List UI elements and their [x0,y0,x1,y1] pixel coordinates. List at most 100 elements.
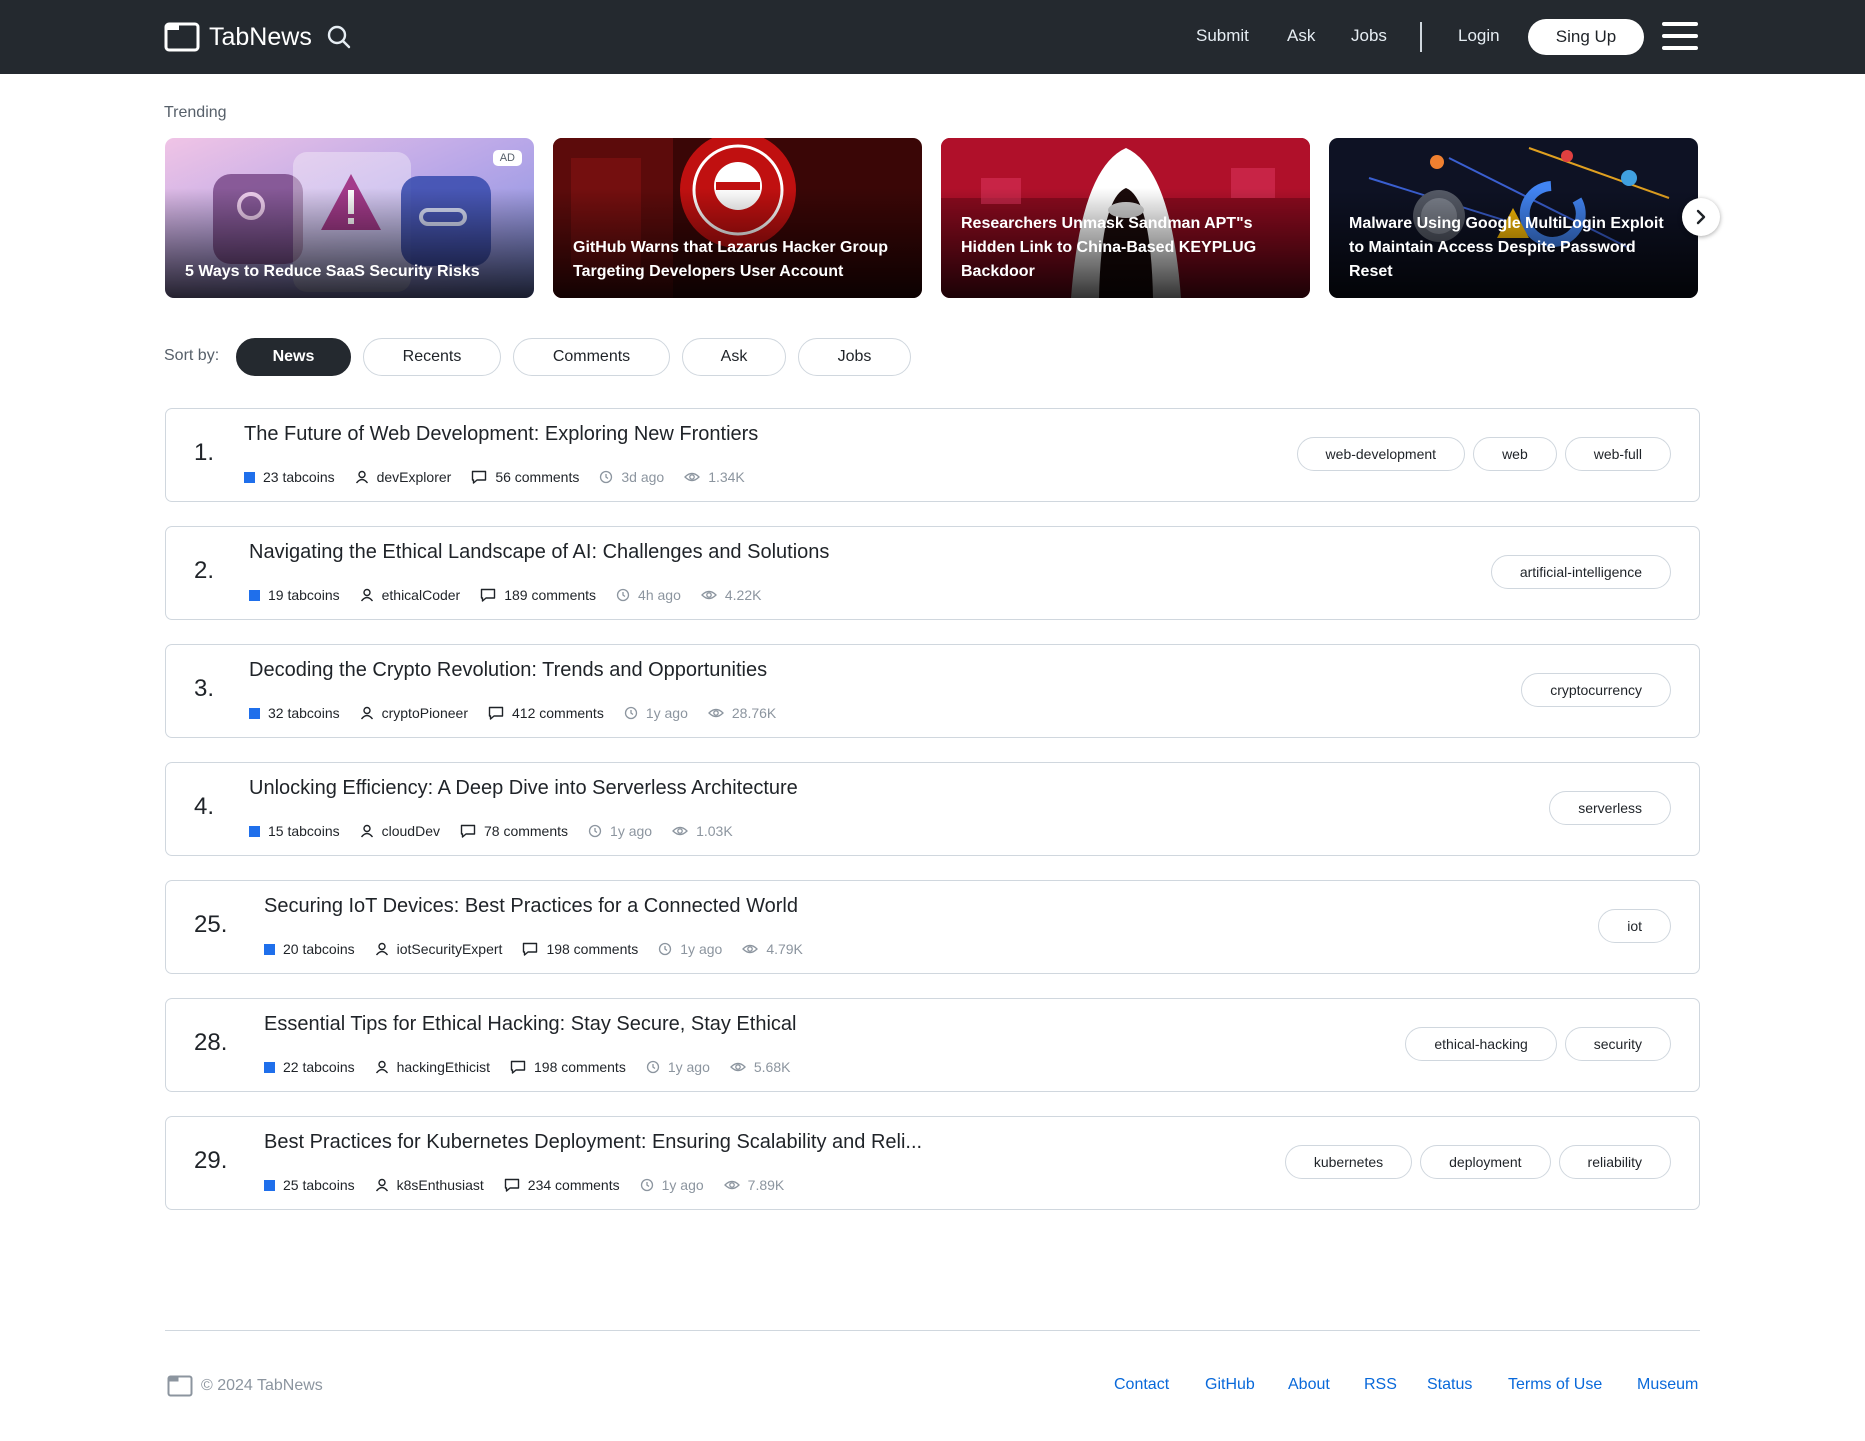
post-rank: 28. [194,1029,228,1056]
post-title[interactable]: Best Practices for Kubernetes Deployment… [264,1131,922,1154]
post-rank: 4. [194,793,215,820]
tag-chip[interactable]: web [1473,437,1557,471]
footer-link-rss[interactable]: RSS [1364,1376,1397,1394]
footer-link-about[interactable]: About [1288,1376,1330,1394]
post-meta: 20 tabcoins iotSecurityExpert 198 commen… [264,941,823,957]
tag-chip[interactable]: cryptocurrency [1521,673,1671,707]
post-rank: 25. [194,911,228,938]
hamburger-menu-icon[interactable] [1662,22,1698,50]
post-tags: web-development web web-full [1296,437,1671,471]
tag-chip[interactable]: web-full [1564,437,1671,471]
eye-icon [684,472,701,482]
post-item[interactable]: 29. Best Practices for Kubernetes Deploy… [165,1116,1700,1210]
post-title[interactable]: Essential Tips for Ethical Hacking: Stay… [264,1013,796,1036]
eye-icon [742,944,759,954]
post-item[interactable]: 2. Navigating the Ethical Landscape of A… [165,526,1700,620]
tag-chip[interactable]: reliability [1558,1145,1671,1179]
post-tags: serverless [1549,791,1671,825]
post-time: 1y ago [610,823,653,839]
tag-chip[interactable]: kubernetes [1284,1145,1413,1179]
post-comments[interactable]: 234 comments [528,1177,620,1193]
sort-by-label: Sort by: [164,347,220,364]
eye-icon [700,590,717,600]
nav-submit-link[interactable]: Submit [1196,26,1249,46]
trending-card-title: GitHub Warns that Lazarus Hacker Group T… [573,239,889,280]
trending-card[interactable]: GitHub Warns that Lazarus Hacker Group T… [553,138,922,298]
post-title[interactable]: Decoding the Crypto Revolution: Trends a… [249,659,767,682]
trending-card[interactable]: Researchers Unmask Sandman APT"s Hidden … [941,138,1310,298]
footer-link-terms[interactable]: Terms of Use [1508,1376,1602,1394]
trending-card[interactable]: AD 5 Ways to Reduce SaaS Security Risks [165,138,534,298]
top-navbar: TabNews Submit Ask Jobs Login Sing Up [0,0,1865,74]
post-comments[interactable]: 189 comments [504,587,596,603]
user-icon [355,470,368,484]
tag-chip[interactable]: ethical-hacking [1405,1027,1557,1061]
nav-login-link[interactable]: Login [1458,26,1500,46]
post-author[interactable]: cloudDev [382,823,440,839]
tag-chip[interactable]: deployment [1420,1145,1551,1179]
post-comments[interactable]: 78 comments [484,823,568,839]
post-author[interactable]: ethicalCoder [382,587,461,603]
user-icon [360,588,373,602]
post-item[interactable]: 4. Unlocking Efficiency: A Deep Dive int… [165,762,1700,856]
sort-tab-jobs[interactable]: Jobs [798,338,911,376]
tag-chip[interactable]: iot [1598,909,1671,943]
user-icon [360,706,373,720]
post-item[interactable]: 28. Essential Tips for Ethical Hacking: … [165,998,1700,1092]
tag-chip[interactable]: artificial-intelligence [1490,555,1671,589]
footer-link-github[interactable]: GitHub [1205,1376,1255,1394]
nav-ask-link[interactable]: Ask [1287,26,1315,46]
post-title[interactable]: The Future of Web Development: Exploring… [244,423,758,446]
carousel-next-button[interactable] [1682,198,1720,236]
post-author[interactable]: cryptoPioneer [382,705,468,721]
footer-link-museum[interactable]: Museum [1637,1376,1698,1394]
post-author[interactable]: devExplorer [377,469,452,485]
sort-tab-news[interactable]: News [236,338,351,376]
nav-jobs-link[interactable]: Jobs [1351,26,1387,46]
tag-chip[interactable]: serverless [1549,791,1671,825]
post-comments[interactable]: 412 comments [512,705,604,721]
post-author[interactable]: k8sEnthusiast [397,1177,484,1193]
tabcoin-icon [249,825,260,837]
post-author[interactable]: iotSecurityExpert [397,941,503,957]
user-icon [375,1178,388,1192]
post-rank: 2. [194,557,215,584]
post-comments[interactable]: 198 comments [546,941,638,957]
tabcoin-icon [264,1061,275,1073]
post-item[interactable]: 3. Decoding the Crypto Revolution: Trend… [165,644,1700,738]
post-tags: iot [1598,909,1671,943]
trending-card[interactable]: Malware Using Google MultiLogin Exploit … [1329,138,1698,298]
ad-badge: AD [492,150,522,166]
post-item[interactable]: 1. The Future of Web Development: Explor… [165,408,1700,502]
post-tabcoins: 19 tabcoins [268,587,340,603]
post-tags: cryptocurrency [1521,673,1671,707]
tabcoin-icon [249,589,260,601]
sort-tab-ask[interactable]: Ask [682,338,786,376]
post-title[interactable]: Securing IoT Devices: Best Practices for… [264,895,798,918]
post-title[interactable]: Navigating the Ethical Landscape of AI: … [249,541,829,564]
search-icon[interactable] [326,24,352,50]
post-time: 3d ago [621,469,665,485]
post-item[interactable]: 25. Securing IoT Devices: Best Practices… [165,880,1700,974]
sort-tab-comments[interactable]: Comments [513,338,670,376]
tag-chip[interactable]: web-development [1296,437,1466,471]
post-comments[interactable]: 198 comments [534,1059,626,1075]
post-views: 28.76K [731,705,777,721]
footer-link-status[interactable]: Status [1427,1376,1472,1394]
brand-home-link[interactable]: TabNews [164,20,312,54]
post-title[interactable]: Unlocking Efficiency: A Deep Dive into S… [249,777,798,800]
signup-button[interactable]: Sing Up [1528,19,1644,55]
footer-brand[interactable]: © 2024 TabNews [167,1375,323,1397]
post-rank: 29. [194,1147,228,1174]
history-icon [588,824,602,838]
user-icon [375,942,388,956]
tag-chip[interactable]: security [1564,1027,1671,1061]
trending-heading: Trending [164,104,227,121]
comment-icon [481,588,496,602]
post-author[interactable]: hackingEthicist [397,1059,490,1075]
trending-card-title: Malware Using Google MultiLogin Exploit … [1349,215,1664,280]
post-tags: kubernetes deployment reliability [1284,1145,1671,1179]
post-comments[interactable]: 56 comments [495,469,579,485]
sort-tab-recents[interactable]: Recents [363,338,501,376]
footer-link-contact[interactable]: Contact [1114,1376,1169,1394]
